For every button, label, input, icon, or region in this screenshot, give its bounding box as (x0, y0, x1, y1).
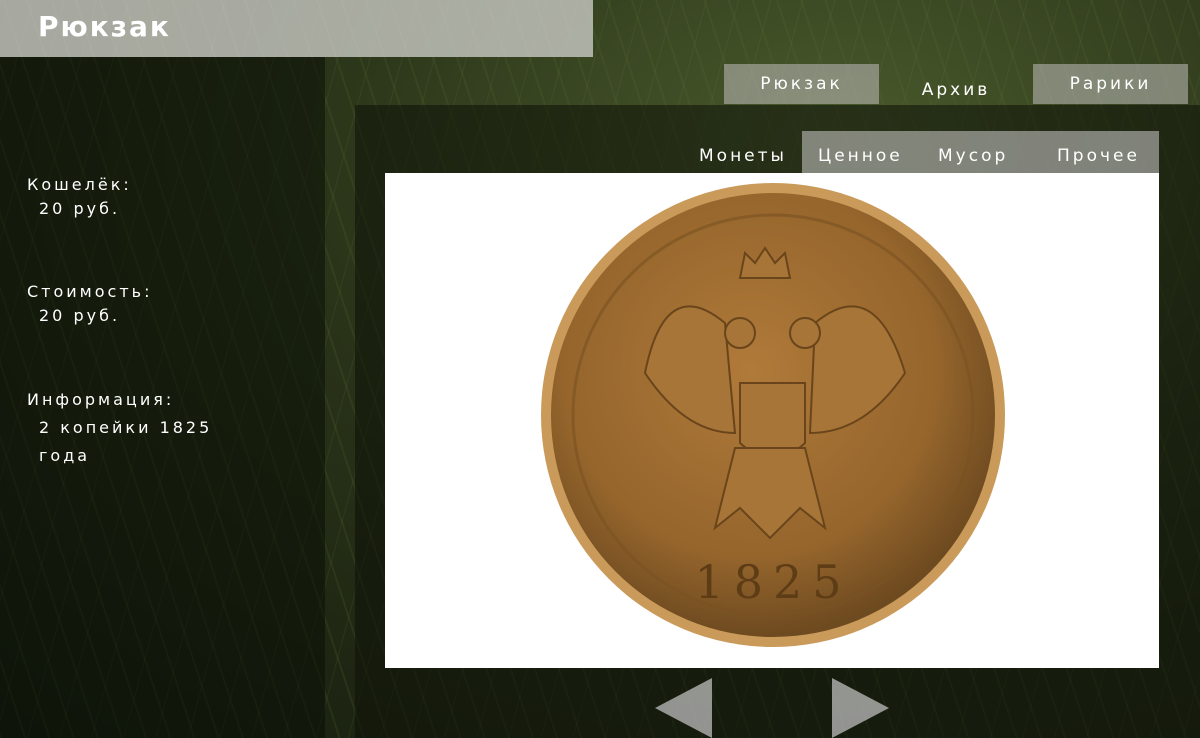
subtab-coins[interactable]: Монеты (699, 146, 787, 166)
previous-arrow-button[interactable] (655, 678, 712, 738)
subtab-valuables[interactable]: Ценное (818, 146, 903, 166)
next-arrow-button[interactable] (832, 678, 889, 738)
wallet-info: Кошелёк: 20 руб. (27, 173, 132, 221)
tab-backpack[interactable]: Рюкзак (724, 64, 879, 104)
subtab-junk[interactable]: Мусор (938, 146, 1008, 166)
coin-year: 1825 (694, 555, 851, 609)
cost-label: Стоимость: (27, 282, 153, 301)
info-value-line1: 2 копейки 1825 (39, 418, 213, 437)
title-bar: Рюкзак (0, 0, 593, 57)
subtab-other[interactable]: Прочее (1057, 146, 1140, 166)
page-title: Рюкзак (38, 10, 171, 43)
cost-value: 20 руб. (39, 306, 121, 325)
coin-image: 1825 (541, 183, 1005, 647)
cost-info: Стоимость: 20 руб. (27, 280, 152, 328)
tab-archive[interactable]: Архив (879, 70, 1033, 110)
info-value-line2: года (39, 446, 91, 465)
info-label: Информация: (27, 390, 175, 409)
item-info: Информация: 2 копейки 1825 года (27, 386, 212, 470)
wallet-value: 20 руб. (39, 199, 121, 218)
wallet-label: Кошелёк: (27, 175, 132, 194)
tab-rarities[interactable]: Рарики (1033, 64, 1188, 104)
item-image-viewer: 1825 (385, 173, 1159, 668)
